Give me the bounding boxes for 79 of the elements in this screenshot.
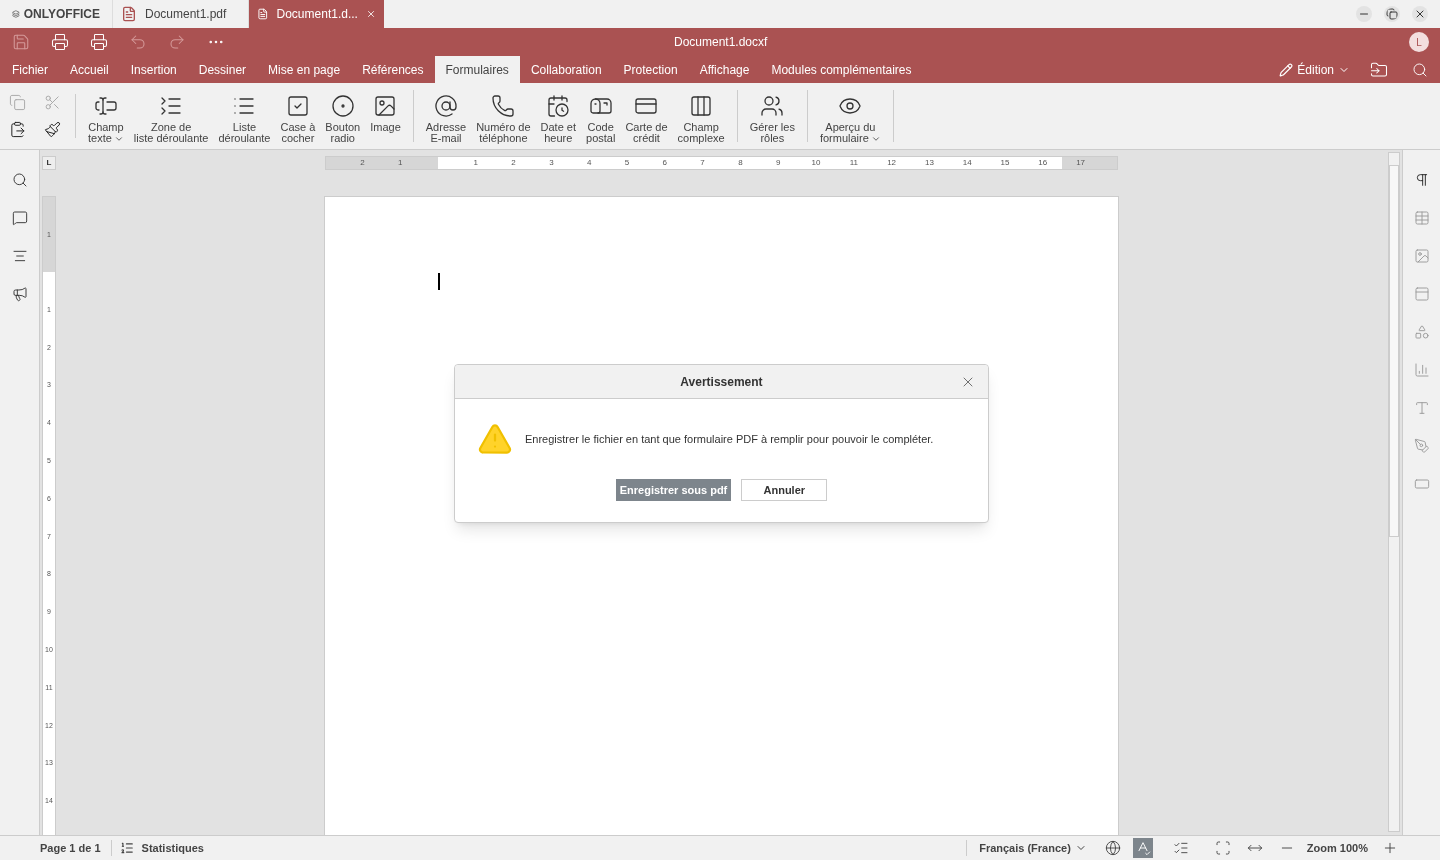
- track-changes-icon[interactable]: [1172, 840, 1189, 856]
- edit-mode-button[interactable]: Édition: [1271, 56, 1358, 83]
- menu-tab[interactable]: Insertion: [119, 56, 188, 83]
- language-button[interactable]: Français (France): [966, 839, 1099, 857]
- users-icon: [760, 94, 785, 118]
- scrollbar[interactable]: [1388, 152, 1400, 832]
- tab-stop-selector[interactable]: L: [42, 156, 56, 170]
- ribbon-button[interactable]: Adresse E-mail: [421, 90, 471, 144]
- ribbon-button[interactable]: Zone de liste déroulante: [129, 90, 213, 144]
- shapes-icon[interactable]: [1413, 324, 1430, 340]
- globe-icon[interactable]: [1104, 840, 1121, 856]
- save-pdf-button[interactable]: Enregistrer sous pdf: [615, 479, 732, 501]
- at-sign-icon: [433, 94, 458, 118]
- menu-tab[interactable]: Dessiner: [187, 56, 258, 83]
- dialog-message: Enregistrer le fichier en tant que formulaire PDF à remplir pour pouvoir le compléter.: [525, 431, 934, 447]
- ribbon-button[interactable]: Liste déroulante: [214, 90, 275, 144]
- fit-page-icon[interactable]: [1214, 840, 1231, 856]
- warning-icon: [477, 421, 513, 457]
- ribbon-button[interactable]: Image: [366, 90, 405, 133]
- menu-tab[interactable]: Modules complémentaires: [760, 56, 923, 83]
- zoom-level: Zoom 100%: [1306, 840, 1368, 856]
- document-icon: [257, 6, 269, 22]
- pencil-icon: [1279, 62, 1294, 77]
- ribbon-button[interactable]: Carte de crédit: [621, 90, 672, 144]
- document-tab[interactable]: Document1.d...: [248, 0, 384, 28]
- comment-icon[interactable]: [11, 210, 28, 226]
- menu-tab[interactable]: Mise en page: [257, 56, 352, 83]
- restore-icon[interactable]: [1384, 6, 1400, 22]
- menu-tab[interactable]: Affichage: [688, 56, 761, 83]
- search-icon[interactable]: [1412, 61, 1428, 78]
- header-footer-icon[interactable]: [1413, 286, 1430, 302]
- cancel-button[interactable]: Annuler: [741, 479, 828, 501]
- search-icon[interactable]: [11, 172, 28, 188]
- chart-icon[interactable]: [1413, 362, 1430, 378]
- menu-tab[interactable]: Protection: [612, 56, 689, 83]
- open-location-icon[interactable]: [1370, 60, 1388, 79]
- window-title: Document1.docxf: [674, 34, 768, 51]
- navigation-icon[interactable]: [11, 248, 28, 264]
- text-cursor: [438, 273, 440, 290]
- ribbon-button[interactable]: Champ texte: [84, 90, 128, 145]
- ribbon-button[interactable]: Bouton radio: [321, 90, 365, 144]
- text-art-icon[interactable]: [1413, 400, 1430, 416]
- ribbon-button[interactable]: Code postal: [582, 90, 620, 144]
- calendar-clock-icon: [546, 94, 571, 118]
- phone-icon: [491, 94, 516, 118]
- menu-tab[interactable]: Accueil: [59, 56, 120, 83]
- quick-print-icon[interactable]: [90, 33, 108, 51]
- statistics-button[interactable]: Statistiques: [111, 839, 212, 857]
- radio-button-icon: [330, 94, 355, 118]
- document-icon: [121, 6, 137, 22]
- checkbox-icon: [285, 94, 310, 118]
- table-icon[interactable]: [1413, 210, 1430, 226]
- zoom-in-icon[interactable]: [1382, 840, 1398, 856]
- feedback-icon[interactable]: [11, 286, 28, 302]
- signature-icon[interactable]: [1413, 438, 1430, 454]
- dialog-title: Avertissement: [680, 373, 763, 391]
- ribbon-button[interactable]: Aperçu du formulaire: [815, 90, 885, 145]
- image-icon[interactable]: [1413, 248, 1430, 264]
- menu-tab[interactable]: Références: [351, 56, 435, 83]
- menu-tab[interactable]: Fichier: [1, 56, 59, 83]
- horizontal-ruler: 2 1 1 2 3 4 5 6 7 8 9 10 11 12 13 14 15 16 17: [325, 156, 1118, 170]
- minimize-icon[interactable]: [1356, 6, 1372, 22]
- user-avatar[interactable]: L: [1409, 32, 1429, 52]
- menu-tab[interactable]: Formulaires: [434, 56, 520, 83]
- ribbon-button[interactable]: Date et heure: [536, 90, 581, 144]
- spellcheck-icon[interactable]: [1132, 838, 1153, 858]
- brand-name: ONLYOFFICE: [23, 6, 100, 23]
- ribbon-button[interactable]: Case à cocher: [276, 90, 320, 144]
- statistics-icon: [119, 841, 134, 855]
- ribbon-button[interactable]: Champ complexe: [673, 90, 729, 144]
- print-icon[interactable]: [51, 33, 69, 51]
- ribbon-button[interactable]: Gérer les rôles: [745, 90, 799, 144]
- image-icon: [373, 94, 398, 118]
- ribbon-button[interactable]: Numéro de téléphone: [472, 90, 535, 144]
- page-indicator[interactable]: Page 1 de 1: [0, 839, 112, 857]
- menu-tab[interactable]: Collaboration: [519, 56, 613, 83]
- text-field-icon: [93, 94, 118, 118]
- close-icon[interactable]: [1412, 6, 1428, 22]
- paste-icon[interactable]: [9, 121, 26, 138]
